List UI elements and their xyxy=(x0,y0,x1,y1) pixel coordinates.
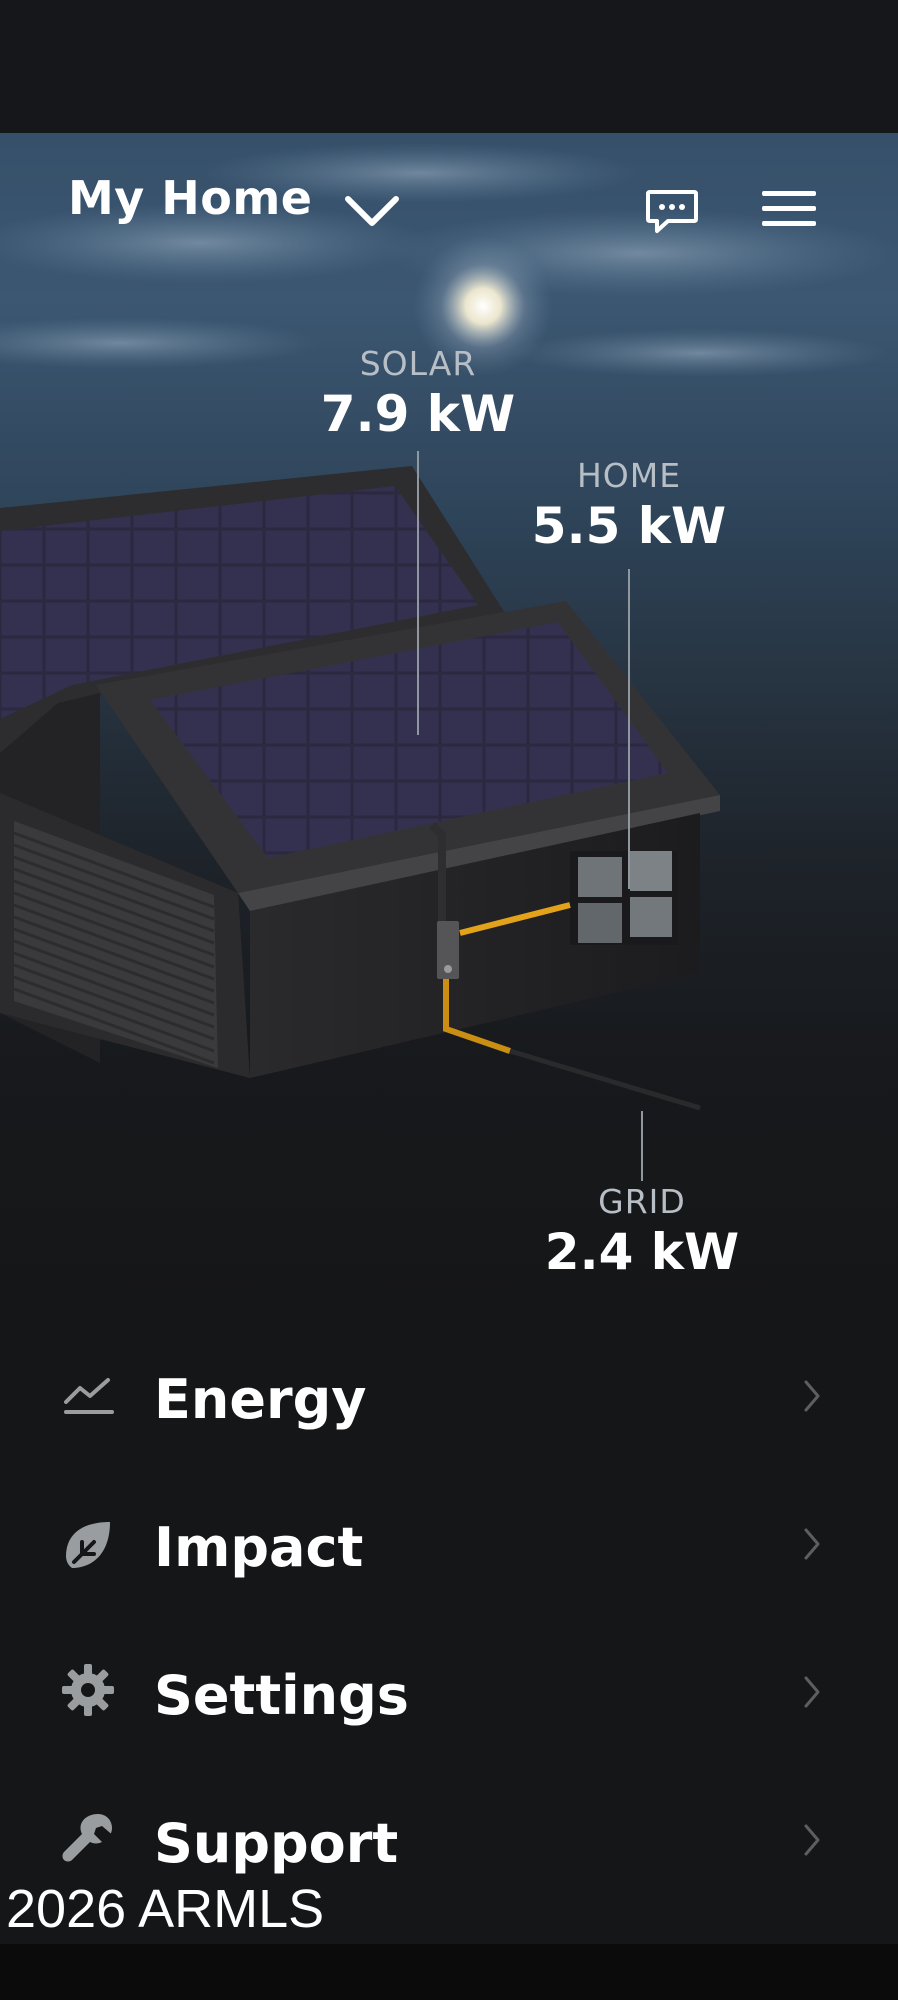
status-bar-area xyxy=(0,0,898,133)
grid-label: GRID xyxy=(598,1182,686,1221)
wrench-icon xyxy=(62,1814,112,1862)
chevron-right-icon xyxy=(804,1380,820,1412)
grid-value: 2.4 kW xyxy=(544,1223,740,1281)
menu-item-energy[interactable]: Energy xyxy=(0,1322,898,1470)
chevron-right-icon xyxy=(804,1676,820,1708)
chart-line-icon xyxy=(64,1378,114,1414)
chat-bubble-icon[interactable] xyxy=(644,187,700,235)
home-value: 5.5 kW xyxy=(531,497,727,555)
home-label: HOME xyxy=(576,456,682,495)
menu-item-impact[interactable]: Impact xyxy=(0,1470,898,1618)
menu-label: Impact xyxy=(154,1516,364,1579)
solar-label: SOLAR xyxy=(359,344,477,383)
leaf-icon xyxy=(66,1522,110,1568)
chevron-down-icon[interactable] xyxy=(342,191,402,231)
watermark: 2026 ARMLS xyxy=(6,1879,325,1939)
bottom-bar xyxy=(0,1944,898,2000)
chevron-right-icon xyxy=(804,1528,820,1560)
solar-stat[interactable]: SOLAR 7.9 kW xyxy=(298,344,538,443)
app-header: My Home xyxy=(0,133,898,233)
house-illustration xyxy=(0,133,898,1323)
solar-value: 7.9 kW xyxy=(320,385,516,443)
grid-stat[interactable]: GRID 2.4 kW xyxy=(522,1182,762,1281)
home-stat[interactable]: HOME 5.5 kW xyxy=(509,456,749,555)
menu-label: Support xyxy=(154,1812,399,1875)
menu-label: Energy xyxy=(154,1368,367,1431)
menu-label: Settings xyxy=(154,1664,409,1727)
site-title[interactable]: My Home xyxy=(68,171,313,225)
chevron-right-icon xyxy=(804,1824,820,1856)
gear-icon xyxy=(62,1664,114,1716)
menu-item-settings[interactable]: Settings xyxy=(0,1618,898,1766)
hamburger-menu-icon[interactable] xyxy=(760,187,818,231)
